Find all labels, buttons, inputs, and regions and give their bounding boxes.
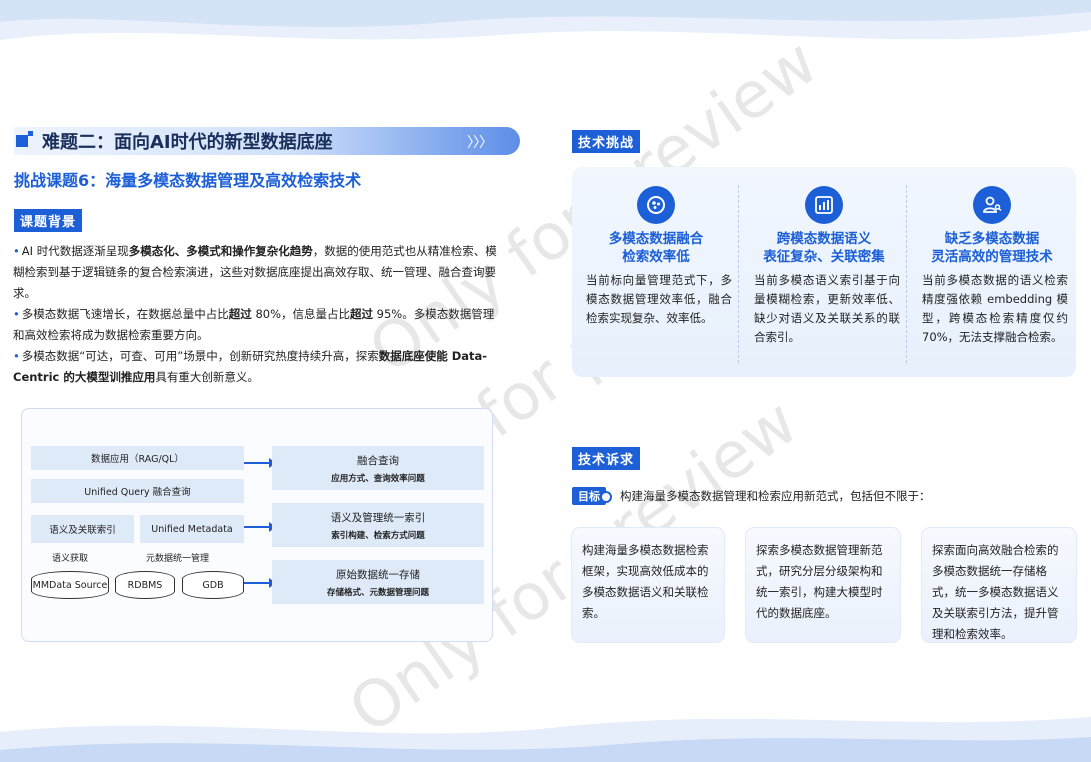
chevrons-icon: 〉〉〉 xyxy=(467,135,493,151)
bullet-text: 多模态数据飞速增长，在数据总量中占比 xyxy=(21,307,229,321)
challenge-item: 缺乏多模态数据 灵活高效的管理技术 当前多模态数据的语义检索精度强依赖 embe… xyxy=(908,167,1076,377)
box-subtitle: 存储格式、元数据管理问题 xyxy=(326,587,429,598)
fusion-icon xyxy=(637,186,675,224)
challenges-tag: 技术挑战 xyxy=(572,130,641,153)
right-box-unified-index: 语义及管理统一索引 索引构建、检索方式问题 xyxy=(272,503,484,547)
arrow-icon xyxy=(244,458,276,468)
box-title: 融合查询 xyxy=(357,454,399,467)
right-box-fusion-query: 融合查询 应用方式、查询效率问题 xyxy=(272,446,484,490)
goal-line: 目标 构建海量多模态数据管理和检索应用新范式，包括但不限于： xyxy=(572,487,931,505)
bullet-item: • 多模态数据飞速增长，在数据总量中占比超过 80%，信息量占比超过 95%。多模… xyxy=(10,304,500,346)
challenge-title-line: 多模态数据融合 xyxy=(608,231,704,247)
challenge-title-line: 灵活高效的管理技术 xyxy=(931,249,1053,265)
demand-card: 探索多模态数据管理新范式，研究分层分级架构和统一索引，构建大模型时代的数据底座。 xyxy=(746,528,900,642)
box-subtitle: 应用方式、查询效率问题 xyxy=(331,473,425,484)
unified-query-bar: Unified Query 融合查询 xyxy=(31,479,244,503)
demand-card: 探索面向高效融合检索的多模态数据统一存储格式，统一多模态数据语义及关联索引方法，… xyxy=(922,528,1076,642)
goal-text: 构建海量多模态数据管理和检索应用新范式，包括但不限于： xyxy=(620,489,931,503)
data-app-bar: 数据应用（RAG/QL） xyxy=(31,446,244,470)
meta-manage-label: 元数据统一管理 xyxy=(146,554,210,564)
challenge-title-line: 表征复杂、关联密集 xyxy=(763,249,885,265)
semantic-fetch-label: 语义获取 xyxy=(52,554,89,564)
page-subtitle: 挑战课题6：海量多模态数据管理及高效检索技术 xyxy=(14,171,362,190)
bullet-dot-icon: • xyxy=(13,307,20,321)
challenge-body: 当前标向量管理范式下，多模态数据管理效率低，融合检索实现复杂、效率低。 xyxy=(586,273,732,325)
user-search-icon xyxy=(973,186,1011,224)
bullet-dot-icon: • xyxy=(13,244,20,258)
semantic-index-bar: 语义及关联索引 xyxy=(31,515,134,543)
bar-chart-icon xyxy=(805,186,843,224)
challenge-body: 当前多模态数据的语义检索精度强依赖 embedding 模型，跨模态检索精度仅约… xyxy=(922,273,1068,344)
unified-metadata-bar: Unified Metadata xyxy=(140,515,244,543)
bullet-text: 超过 xyxy=(228,307,252,321)
box-title: 语义及管理统一索引 xyxy=(330,511,426,524)
arrow-icon xyxy=(244,522,276,532)
challenges-panel: 多模态数据融合 检索效率低 当前标向量管理范式下，多模态数据管理效率低，融合检索… xyxy=(572,167,1076,377)
datastore-mmdata: MMData Source xyxy=(31,571,109,599)
arrow-icon xyxy=(244,578,276,588)
top-wave-decoration xyxy=(0,0,1091,40)
square-icon xyxy=(16,131,33,147)
challenge-title-line: 跨模态数据语义 xyxy=(776,231,872,247)
bullet-text: 80%，信息量占比 xyxy=(251,307,351,321)
challenge-title: 多模态数据融合 检索效率低 xyxy=(572,230,740,266)
demand-card: 构建海量多模态数据检索框架，实现高效低成本的多模态数据语义和关联检索。 xyxy=(572,528,724,642)
bullet-item: • 多模态数据“可达，可查、可用”场景中，创新研究热度持续升高，探索数据底座使能 … xyxy=(10,346,500,388)
bullet-text: AI 时代数据逐渐呈现 xyxy=(21,244,129,258)
bottom-wave-decoration xyxy=(0,717,1091,762)
bullet-text: 多模态化、多模式和操作复杂化趋势 xyxy=(128,244,313,258)
section-title: 难题二：面向AI时代的新型数据底座 xyxy=(42,132,333,153)
box-subtitle: 索引构建、检索方式问题 xyxy=(331,530,425,541)
background-bullets: • AI 时代数据逐渐呈现多模态化、多模式和操作复杂化趋势，数据的使用范式也从精准… xyxy=(10,241,500,388)
bullet-text: 超过 xyxy=(350,307,374,321)
challenge-item: 跨模态数据语义 表征复杂、关联密集 当前多模态语义索引基于向量模糊检索，更新效率… xyxy=(740,167,908,377)
background-tag: 课题背景 xyxy=(14,209,83,232)
section-title-bar: 难题二：面向AI时代的新型数据底座 〉〉〉 xyxy=(14,127,520,155)
bullet-text: 多模态数据“可达，可查、可用”场景中，创新研究热度持续升高，探索 xyxy=(21,349,379,363)
challenge-title-line: 缺乏多模态数据 xyxy=(944,231,1040,247)
box-title: 原始数据统一存储 xyxy=(336,568,420,581)
bullet-text: 具有重大创新意义。 xyxy=(155,370,259,384)
goal-badge: 目标 xyxy=(572,487,612,505)
bullet-dot-icon: • xyxy=(13,349,20,363)
bullet-item: • AI 时代数据逐渐呈现多模态化、多模式和操作复杂化趋势，数据的使用范式也从精准… xyxy=(10,241,500,304)
challenge-item: 多模态数据融合 检索效率低 当前标向量管理范式下，多模态数据管理效率低，融合检索… xyxy=(572,167,740,377)
datastore-rdbms: RDBMS xyxy=(115,571,175,599)
challenge-title-line: 检索效率低 xyxy=(622,249,690,265)
datastore-gdb: GDB xyxy=(182,571,244,599)
demands-tag: 技术诉求 xyxy=(572,447,641,470)
right-box-unified-storage: 原始数据统一存储 存储格式、元数据管理问题 xyxy=(272,560,484,604)
challenge-title: 跨模态数据语义 表征复杂、关联密集 xyxy=(740,230,908,266)
challenge-title: 缺乏多模态数据 灵活高效的管理技术 xyxy=(908,230,1076,266)
challenge-body: 当前多模态语义索引基于向量模糊检索，更新效率低、缺少对语义及关联关系的联合索引。 xyxy=(754,273,900,344)
architecture-diagram: 数据应用（RAG/QL） Unified Query 融合查询 语义及关联索引 … xyxy=(21,408,493,642)
